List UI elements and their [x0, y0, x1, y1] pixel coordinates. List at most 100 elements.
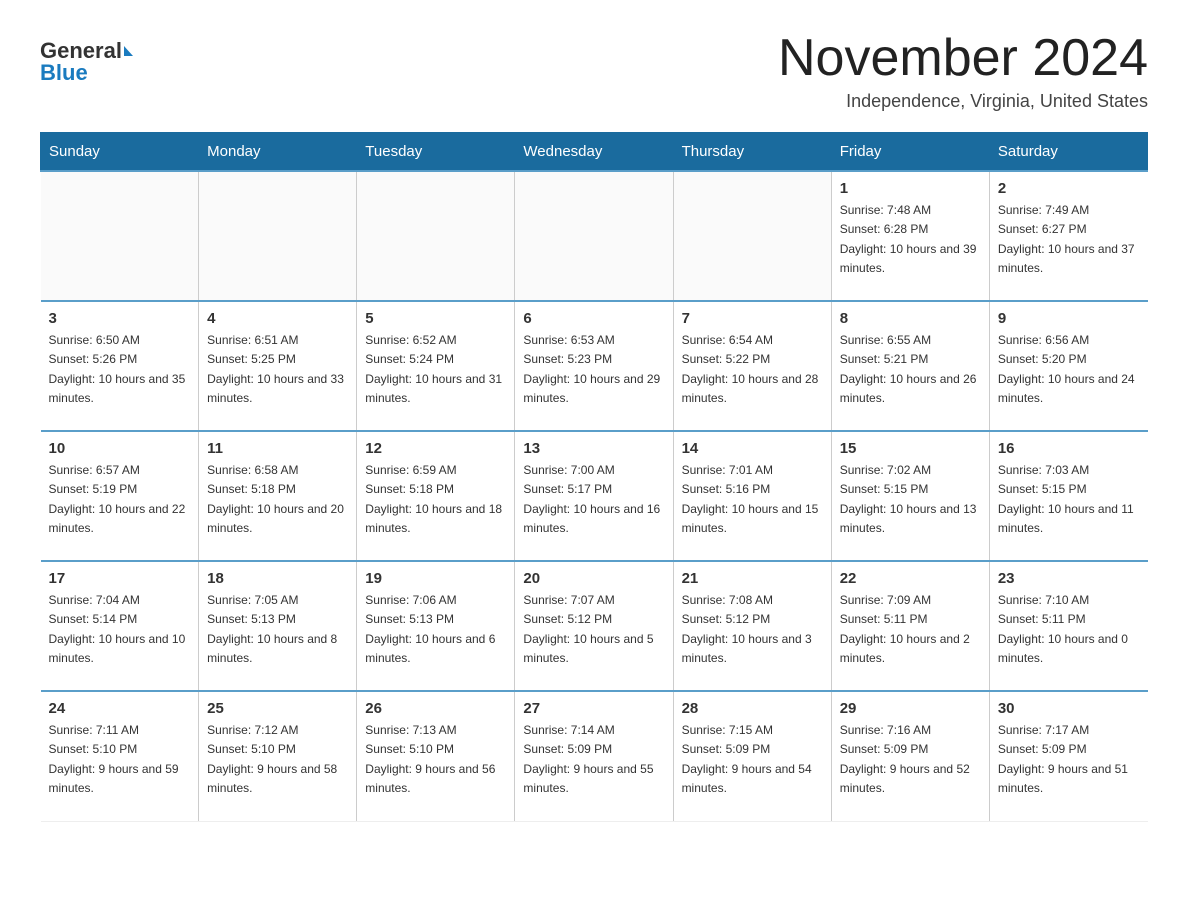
day-number: 6 [523, 310, 664, 327]
day-info: Sunrise: 7:05 AMSunset: 5:13 PMDaylight:… [207, 591, 348, 668]
day-number: 30 [998, 700, 1140, 717]
day-number: 1 [840, 180, 981, 197]
day-info: Sunrise: 7:49 AMSunset: 6:27 PMDaylight:… [998, 201, 1140, 278]
calendar-cell: 27 Sunrise: 7:14 AMSunset: 5:09 PMDayligh… [515, 691, 673, 821]
calendar-cell: 24 Sunrise: 7:11 AMSunset: 5:10 PMDayligh… [41, 691, 199, 821]
calendar-cell: 21Sunrise: 7:08 AMSunset: 5:12 PMDayligh… [673, 561, 831, 691]
day-info: Sunrise: 6:59 AMSunset: 5:18 PMDaylight:… [365, 461, 506, 538]
page-header: General Blue November 2024 Independence,… [40, 30, 1148, 112]
calendar-cell: 3 Sunrise: 6:50 AMSunset: 5:26 PMDaylight… [41, 301, 199, 431]
calendar-cell [199, 171, 357, 301]
day-number: 3 [49, 310, 191, 327]
day-number: 18 [207, 570, 348, 587]
calendar-cell: 14 Sunrise: 7:01 AMSunset: 5:16 PMDayligh… [673, 431, 831, 561]
calendar-cell [515, 171, 673, 301]
day-number: 5 [365, 310, 506, 327]
day-info: Sunrise: 7:16 AMSunset: 5:09 PMDaylight:… [840, 721, 981, 798]
calendar-cell: 29 Sunrise: 7:16 AMSunset: 5:09 PMDayligh… [831, 691, 989, 821]
day-info: Sunrise: 7:17 AMSunset: 5:09 PMDaylight:… [998, 721, 1140, 798]
day-number: 15 [840, 440, 981, 457]
day-info: Sunrise: 7:15 AMSunset: 5:09 PMDaylight:… [682, 721, 823, 798]
header-monday: Monday [199, 133, 357, 172]
day-number: 24 [49, 700, 191, 717]
day-info: Sunrise: 7:06 AMSunset: 5:13 PMDaylight:… [365, 591, 506, 668]
day-number: 10 [49, 440, 191, 457]
day-info: Sunrise: 7:03 AMSunset: 5:15 PMDaylight:… [998, 461, 1140, 538]
calendar-cell [357, 171, 515, 301]
day-info: Sunrise: 6:56 AMSunset: 5:20 PMDaylight:… [998, 331, 1140, 408]
logo-arrow-icon [124, 46, 133, 56]
title-section: November 2024 Independence, Virginia, Un… [778, 30, 1148, 112]
calendar-cell: 2 Sunrise: 7:49 AMSunset: 6:27 PMDaylight… [989, 171, 1147, 301]
calendar-cell [41, 171, 199, 301]
day-number: 17 [49, 570, 191, 587]
calendar-table: SundayMondayTuesdayWednesdayThursdayFrid… [40, 132, 1148, 822]
logo-general-text: General [40, 40, 122, 62]
calendar-week-1: 1 Sunrise: 7:48 AMSunset: 6:28 PMDaylight… [41, 171, 1148, 301]
calendar-cell: 11 Sunrise: 6:58 AMSunset: 5:18 PMDayligh… [199, 431, 357, 561]
day-info: Sunrise: 7:48 AMSunset: 6:28 PMDaylight:… [840, 201, 981, 278]
calendar-cell: 15 Sunrise: 7:02 AMSunset: 5:15 PMDayligh… [831, 431, 989, 561]
header-friday: Friday [831, 133, 989, 172]
day-info: Sunrise: 6:52 AMSunset: 5:24 PMDaylight:… [365, 331, 506, 408]
day-number: 8 [840, 310, 981, 327]
day-number: 11 [207, 440, 348, 457]
location-text: Independence, Virginia, United States [778, 91, 1148, 112]
header-sunday: Sunday [41, 133, 199, 172]
day-number: 26 [365, 700, 506, 717]
day-info: Sunrise: 7:00 AMSunset: 5:17 PMDaylight:… [523, 461, 664, 538]
month-title: November 2024 [778, 30, 1148, 87]
calendar-cell: 30 Sunrise: 7:17 AMSunset: 5:09 PMDayligh… [989, 691, 1147, 821]
day-number: 9 [998, 310, 1140, 327]
day-info: Sunrise: 7:09 AMSunset: 5:11 PMDaylight:… [840, 591, 981, 668]
calendar-cell: 19 Sunrise: 7:06 AMSunset: 5:13 PMDayligh… [357, 561, 515, 691]
calendar-cell: 17Sunrise: 7:04 AMSunset: 5:14 PMDayligh… [41, 561, 199, 691]
day-info: Sunrise: 7:12 AMSunset: 5:10 PMDaylight:… [207, 721, 348, 798]
day-info: Sunrise: 6:58 AMSunset: 5:18 PMDaylight:… [207, 461, 348, 538]
calendar-cell: 12Sunrise: 6:59 AMSunset: 5:18 PMDayligh… [357, 431, 515, 561]
calendar-cell: 10 Sunrise: 6:57 AMSunset: 5:19 PMDayligh… [41, 431, 199, 561]
day-info: Sunrise: 7:01 AMSunset: 5:16 PMDaylight:… [682, 461, 823, 538]
calendar-cell: 25 Sunrise: 7:12 AMSunset: 5:10 PMDayligh… [199, 691, 357, 821]
calendar-cell [673, 171, 831, 301]
day-info: Sunrise: 6:54 AMSunset: 5:22 PMDaylight:… [682, 331, 823, 408]
day-number: 14 [682, 440, 823, 457]
calendar-header-row: SundayMondayTuesdayWednesdayThursdayFrid… [41, 133, 1148, 172]
day-number: 19 [365, 570, 506, 587]
calendar-cell: 18 Sunrise: 7:05 AMSunset: 5:13 PMDayligh… [199, 561, 357, 691]
day-number: 16 [998, 440, 1140, 457]
day-number: 2 [998, 180, 1140, 197]
calendar-cell: 20Sunrise: 7:07 AMSunset: 5:12 PMDayligh… [515, 561, 673, 691]
day-info: Sunrise: 6:55 AMSunset: 5:21 PMDaylight:… [840, 331, 981, 408]
day-info: Sunrise: 6:53 AMSunset: 5:23 PMDaylight:… [523, 331, 664, 408]
day-info: Sunrise: 6:51 AMSunset: 5:25 PMDaylight:… [207, 331, 348, 408]
calendar-cell: 8 Sunrise: 6:55 AMSunset: 5:21 PMDaylight… [831, 301, 989, 431]
logo-blue-text: Blue [40, 62, 88, 84]
day-number: 29 [840, 700, 981, 717]
day-info: Sunrise: 7:10 AMSunset: 5:11 PMDaylight:… [998, 591, 1140, 668]
calendar-cell: 6 Sunrise: 6:53 AMSunset: 5:23 PMDaylight… [515, 301, 673, 431]
calendar-cell: 23 Sunrise: 7:10 AMSunset: 5:11 PMDayligh… [989, 561, 1147, 691]
calendar-cell: 9 Sunrise: 6:56 AMSunset: 5:20 PMDaylight… [989, 301, 1147, 431]
day-number: 25 [207, 700, 348, 717]
day-info: Sunrise: 7:02 AMSunset: 5:15 PMDaylight:… [840, 461, 981, 538]
calendar-week-3: 10 Sunrise: 6:57 AMSunset: 5:19 PMDayligh… [41, 431, 1148, 561]
day-info: Sunrise: 7:07 AMSunset: 5:12 PMDaylight:… [523, 591, 664, 668]
header-thursday: Thursday [673, 133, 831, 172]
header-saturday: Saturday [989, 133, 1147, 172]
calendar-cell: 22Sunrise: 7:09 AMSunset: 5:11 PMDayligh… [831, 561, 989, 691]
calendar-cell: 4 Sunrise: 6:51 AMSunset: 5:25 PMDaylight… [199, 301, 357, 431]
calendar-cell: 5 Sunrise: 6:52 AMSunset: 5:24 PMDaylight… [357, 301, 515, 431]
header-wednesday: Wednesday [515, 133, 673, 172]
day-number: 21 [682, 570, 823, 587]
day-info: Sunrise: 7:14 AMSunset: 5:09 PMDaylight:… [523, 721, 664, 798]
calendar-cell: 1 Sunrise: 7:48 AMSunset: 6:28 PMDaylight… [831, 171, 989, 301]
day-number: 23 [998, 570, 1140, 587]
day-number: 4 [207, 310, 348, 327]
day-info: Sunrise: 7:11 AMSunset: 5:10 PMDaylight:… [49, 721, 191, 798]
calendar-week-5: 24 Sunrise: 7:11 AMSunset: 5:10 PMDayligh… [41, 691, 1148, 821]
calendar-cell: 28Sunrise: 7:15 AMSunset: 5:09 PMDayligh… [673, 691, 831, 821]
day-info: Sunrise: 6:50 AMSunset: 5:26 PMDaylight:… [49, 331, 191, 408]
day-number: 27 [523, 700, 664, 717]
day-info: Sunrise: 6:57 AMSunset: 5:19 PMDaylight:… [49, 461, 191, 538]
